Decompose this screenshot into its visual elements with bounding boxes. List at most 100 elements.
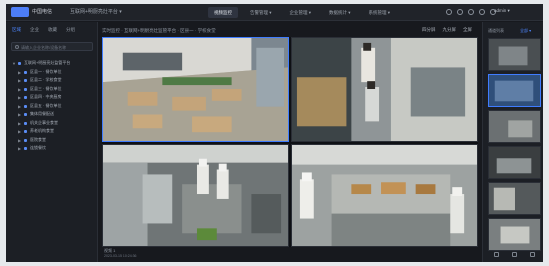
tree-node[interactable]: ▶ 区县一 · 餐饮单位 <box>12 69 96 78</box>
caret-down-icon[interactable]: ▼ <box>12 61 16 66</box>
channel-thumb-3[interactable] <box>488 110 541 143</box>
video-tile-2[interactable] <box>291 37 478 142</box>
caret-right-icon[interactable]: ▶ <box>18 138 21 143</box>
tree-node[interactable]: ▶ 机关企事业食堂 <box>12 120 96 129</box>
tree-node[interactable]: ▶ 连锁餐饮 <box>12 145 96 154</box>
caret-right-icon[interactable]: ▶ <box>18 121 21 126</box>
folder-icon <box>24 121 27 125</box>
tab-enterprise[interactable]: 企业 <box>30 27 39 33</box>
fullscreen-icon[interactable] <box>446 9 452 15</box>
tree-node-label: 医院食堂 <box>30 136 46 142</box>
prev-page-icon[interactable] <box>494 252 500 257</box>
tree-node[interactable]: ▶ 区县二 · 学校食堂 <box>12 77 96 86</box>
top-icon-group <box>446 9 496 15</box>
caret-right-icon[interactable]: ▶ <box>18 95 21 100</box>
tree-node-label: 养老机构食堂 <box>30 128 54 133</box>
folder-icon <box>24 70 27 74</box>
folder-icon <box>24 113 27 116</box>
tree-node[interactable]: ▶ 区县三 · 餐饮单位 <box>12 86 96 95</box>
thumbnail-image <box>489 183 540 214</box>
help-icon[interactable] <box>468 9 474 15</box>
tree-node-label: 区县五 · 餐饮单位 <box>30 102 62 108</box>
fullscreen-button[interactable]: 全屏 <box>463 27 472 33</box>
nine-split-button[interactable]: 九分屏 <box>443 27 457 33</box>
folder-icon <box>24 87 27 91</box>
main-nav: 视频监控 告警管理 ▾ 企业管理 ▾ 数据统计 ▾ 系统管理 ▾ <box>208 7 396 18</box>
nav-video-monitor[interactable]: 视频监控 <box>208 7 238 18</box>
channel-panel: 通道列表 全部 ▾ <box>482 22 543 262</box>
thumbnail-image <box>489 75 540 106</box>
four-split-button[interactable]: 四分屏 <box>422 27 436 33</box>
app-window: 中国电信 互联网+明厨亮灶平台 ▾ 视频监控 告警管理 ▾ 企业管理 ▾ 数据统… <box>6 4 543 262</box>
caret-right-icon[interactable]: ▶ <box>18 78 21 83</box>
breadcrumb: 实时监控 · 互联网+明厨亮灶监管平台 · 区县一 · 学校食堂 <box>102 28 216 33</box>
settings-icon[interactable] <box>479 9 485 15</box>
video-tile-4[interactable] <box>291 144 478 247</box>
next-page-icon[interactable] <box>529 252 535 257</box>
tree-node-label: 集体用餐配送 <box>30 111 54 116</box>
user-menu[interactable]: admin ▾ <box>494 8 510 14</box>
tree-node-label: 机关企事业食堂 <box>30 119 58 125</box>
search-placeholder: 请输入企业名称/设备名称 <box>21 45 67 50</box>
thumb-controls <box>488 252 541 257</box>
tree-node[interactable]: ▶ 区县五 · 餐饮单位 <box>12 103 96 112</box>
bell-icon[interactable] <box>457 9 463 15</box>
tree-node[interactable]: ▶ 集体用餐配送 <box>12 111 96 120</box>
tree-node-label: 区县二 · 学校食堂 <box>30 77 62 82</box>
folder-icon <box>24 147 27 150</box>
brand-name: 中国电信 <box>32 9 53 15</box>
tree-node-label: 区县一 · 餐饮单位 <box>30 68 62 74</box>
brand-logo-icon <box>11 7 29 17</box>
nav-enterprise[interactable]: 企业管理 ▾ <box>284 7 318 18</box>
thumbnail-image <box>489 219 540 250</box>
video-tile-1[interactable] <box>102 37 289 142</box>
channel-thumb-6[interactable] <box>488 218 541 251</box>
region-tree: ▼ 互联网+明厨亮灶监管平台 ▶ 区县一 · 餐饮单位 ▶ 区县二 · 学校食堂 ▶… <box>12 60 96 154</box>
camera-feed-dining-hall <box>103 38 288 141</box>
tab-favorites[interactable]: 收藏 <box>48 27 57 33</box>
channel-thumb-4[interactable] <box>488 146 541 179</box>
tab-region[interactable]: 区域 <box>12 27 21 33</box>
camera-feed-kitchen <box>103 145 288 246</box>
nav-alarm[interactable]: 告警管理 ▾ <box>244 7 278 18</box>
folder-icon <box>18 62 21 65</box>
channel-panel-title: 通道列表 <box>488 28 504 33</box>
app-title-dropdown[interactable]: 互联网+明厨亮灶平台 ▾ <box>70 8 122 15</box>
folder-icon <box>24 96 27 99</box>
folder-icon <box>24 104 27 108</box>
caret-right-icon[interactable]: ▶ <box>18 104 21 109</box>
tree-node-root[interactable]: ▼ 互联网+明厨亮灶监管平台 <box>12 60 96 69</box>
channel-filter-dropdown[interactable]: 全部 ▾ <box>520 28 531 34</box>
thumbnail-image <box>489 111 540 142</box>
layout-tools: 四分屏 九分屏 全屏 <box>422 27 472 33</box>
sidebar-tabs: 区域 企业 收藏 分组 <box>12 27 75 33</box>
nav-system[interactable]: 系统管理 ▾ <box>363 7 397 18</box>
video-timestamp: 2023-03-15 10:24:36 <box>104 254 137 258</box>
tree-node-label: 区县三 · 餐饮单位 <box>30 85 62 91</box>
tree-node-label: 互联网+明厨亮灶监管平台 <box>24 60 71 65</box>
nav-statistics[interactable]: 数据统计 ▾ <box>323 7 357 18</box>
caret-right-icon[interactable]: ▶ <box>18 129 21 134</box>
channel-thumb-5[interactable] <box>488 182 541 215</box>
folder-icon <box>24 79 27 82</box>
channel-thumb-2[interactable] <box>488 74 541 107</box>
play-icon[interactable] <box>511 252 517 257</box>
sidebar: 区域 企业 收藏 分组 请输入企业名称/设备名称 ▼ 互联网+明厨亮灶监管平台 … <box>6 22 98 262</box>
thumbnail-image <box>489 39 540 70</box>
tree-node[interactable]: ▶ 医院食堂 <box>12 137 96 146</box>
caret-right-icon[interactable]: ▶ <box>18 112 21 117</box>
tab-groups[interactable]: 分组 <box>66 27 75 33</box>
tree-node[interactable]: ▶ 区县四 · 中央厨房 <box>12 94 96 103</box>
video-tile-3[interactable] <box>102 144 289 247</box>
thumbnail-image <box>489 147 540 178</box>
tree-node-label: 区县四 · 中央厨房 <box>30 94 62 99</box>
folder-icon <box>24 138 27 142</box>
caret-right-icon[interactable]: ▶ <box>18 87 21 92</box>
tree-node[interactable]: ▶ 养老机构食堂 <box>12 128 96 137</box>
folder-icon <box>24 130 27 133</box>
caret-right-icon[interactable]: ▶ <box>18 146 21 151</box>
video-grid <box>102 37 478 247</box>
search-input[interactable]: 请输入企业名称/设备名称 <box>11 42 93 51</box>
channel-thumb-1[interactable] <box>488 38 541 71</box>
caret-right-icon[interactable]: ▶ <box>18 70 21 75</box>
